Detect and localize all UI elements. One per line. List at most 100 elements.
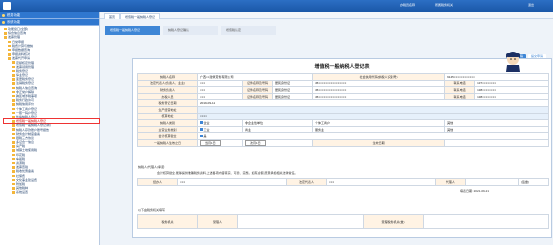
folder-icon xyxy=(12,124,15,127)
step-2: 纳税人登记确认 xyxy=(163,26,218,35)
tab-vat-registration[interactable]: 增值税一般纳税人登记 xyxy=(120,13,161,19)
field-phone[interactable]: 138×××××××× xyxy=(474,92,549,101)
radio-enterprise[interactable]: 企业 xyxy=(197,119,243,127)
main-area: 首页 增值税一般纳税人登记 增值税一般纳税人登记 纳税人登记确认 增值税认定 保… xyxy=(100,12,553,245)
label-accounting-sound: 会计核算健全 xyxy=(137,132,198,140)
folder-icon xyxy=(12,74,15,77)
folder-icon xyxy=(12,178,15,182)
field-id-number[interactable]: 45×××××××××××××××× xyxy=(311,92,446,101)
field-finance-head[interactable]: ××× xyxy=(197,86,243,94)
field-legal[interactable]: ××× xyxy=(325,178,436,186)
folder-icon xyxy=(12,149,15,152)
radio-service[interactable]: 服务业 xyxy=(311,125,446,134)
radio-commerce[interactable]: 商业 xyxy=(242,125,313,134)
folder-icon xyxy=(4,36,7,39)
label-accounting-address: 核算地址 xyxy=(137,112,198,121)
field-fill-date[interactable]: 2021-09-21 xyxy=(474,189,489,193)
label-phone: 联系电话 xyxy=(444,79,476,88)
field-id-type[interactable]: 居民身份证 xyxy=(272,92,313,101)
field-phone[interactable]: 137×××××××× xyxy=(474,79,549,88)
label-credit-code: 社会信用代码(纳税人识别号) xyxy=(311,73,446,81)
top-bar: 办税员名称 所属税务机关 退出 xyxy=(0,0,553,12)
field-handler[interactable]: ××× xyxy=(177,178,287,186)
label-handler: 经办人 xyxy=(137,178,178,186)
label-tax-agent: 办税人员 xyxy=(137,92,198,101)
field-agent[interactable] xyxy=(464,178,520,186)
folder-icon xyxy=(12,141,15,144)
field-credit-code[interactable]: 9145×××××××××××× xyxy=(444,73,549,81)
form-table: 纳税人名称 广西××建筑劳务有限公司 社会信用代码(纳税人识别号) 9145××… xyxy=(137,73,549,147)
folder-icon xyxy=(12,166,15,169)
radio-non-enterprise[interactable]: 非企业性单位 xyxy=(242,119,313,127)
checked-box-icon xyxy=(200,121,203,124)
tax-office-section: 以下由税务机关填写 税务机关 受理人 受理税务机关(章) xyxy=(137,208,549,229)
folder-icon xyxy=(12,145,15,148)
check-accounting-sound[interactable]: 是 xyxy=(197,132,549,140)
radio-other-business[interactable]: 其他 xyxy=(444,125,549,134)
field-business-address[interactable] xyxy=(197,105,549,114)
field-id-number[interactable]: 45×××××××××××××××× xyxy=(311,79,446,88)
radio-industry[interactable]: 工业 xyxy=(197,125,243,134)
label-receiver: 受理人 xyxy=(197,214,238,229)
folder-icon xyxy=(8,44,11,48)
step-1: 增值税一般纳税人登记 xyxy=(105,26,160,35)
folder-icon xyxy=(12,128,15,131)
sidebar-head-tax[interactable]: 税务功能 xyxy=(0,12,99,19)
label-seal: (签章) xyxy=(518,178,549,186)
logo-icon xyxy=(3,2,11,10)
folder-icon xyxy=(12,191,15,194)
field-tax-office-seal[interactable] xyxy=(422,214,549,229)
folder-icon xyxy=(12,90,15,94)
folder-icon xyxy=(12,107,15,111)
radio-other[interactable]: 其他 xyxy=(444,119,549,127)
field-effect-date[interactable] xyxy=(444,138,549,147)
folder-icon xyxy=(12,103,15,106)
field-id-number[interactable]: 45×××××××××××××××× xyxy=(311,86,446,94)
field-receiver[interactable] xyxy=(237,214,364,229)
field-tax-agent[interactable]: ××× xyxy=(197,92,243,101)
folder-icon xyxy=(4,27,7,31)
radio-next-month[interactable]: 次月1日 xyxy=(242,138,313,147)
field-id-type[interactable]: 居民身份证 xyxy=(272,79,313,88)
field-legal-rep[interactable]: ××× xyxy=(197,79,243,88)
folder-icon xyxy=(8,53,11,56)
folder-icon xyxy=(8,40,11,44)
folder-icon xyxy=(12,111,15,115)
label-main-business: 主营业务类别 xyxy=(137,125,198,134)
sidebar-head-system[interactable]: 系统功能 xyxy=(0,19,99,26)
promise-section: 纳税人(代理人)承诺: 会计核算健全,能够提供准确税务资料,上述各项内容真实、可… xyxy=(137,165,549,193)
label-taxpayer-name: 纳税人名称 xyxy=(137,73,198,81)
field-taxpayer-name[interactable]: 广西××建筑劳务有限公司 xyxy=(197,73,313,81)
sidebar: 税务功能 系统功能 功能窗口(全部) 综合信息查询 发票管理 日常申报 税费计算与缴纳申… xyxy=(0,12,100,245)
sidebar-tree: 功能窗口(全部) 综合信息查询 发票管理 日常申报 税费计算与缴纳 申报数据查询 申报资料核… xyxy=(0,26,100,195)
label-effective-date: 一般纳税人生效之日 xyxy=(137,138,198,147)
folder-icon xyxy=(12,182,15,186)
label-effect-date: 生效日期 xyxy=(311,138,446,147)
folder-icon xyxy=(12,132,15,136)
label-id-type: 证件名称及号码 xyxy=(242,79,273,88)
field-reg-date[interactable]: 2019-09-11 xyxy=(197,99,549,107)
folder-icon xyxy=(12,65,15,69)
assistant-avatar-icon[interactable] xyxy=(503,50,523,72)
form-title: 增值税一般纳税人登记表 xyxy=(314,64,370,70)
sidebar-item[interactable]: 系统设置 xyxy=(4,190,99,194)
field-id-type[interactable]: 居民身份证 xyxy=(272,86,313,94)
tab-home[interactable]: 首页 xyxy=(104,13,121,19)
label-agent: 代理人 xyxy=(434,178,466,186)
sidebar-item-label: 系统设置 xyxy=(16,190,29,195)
radio-current-month[interactable]: 当月1日 xyxy=(197,138,243,147)
checked-box-icon xyxy=(200,128,203,131)
field-accounting-address[interactable]: ×××× xyxy=(197,112,549,121)
folder-icon xyxy=(12,115,15,119)
folder-icon xyxy=(12,161,15,165)
logout-link[interactable]: 退出 xyxy=(528,3,534,7)
folder-icon xyxy=(12,82,15,85)
radio-individual[interactable]: 个体工商户 xyxy=(311,119,446,127)
label-id-type: 证件名称及号码 xyxy=(242,86,273,94)
folder-icon xyxy=(12,94,15,98)
label-business-address: 生产经营地址 xyxy=(137,105,198,114)
field-phone[interactable]: 138×××××××× xyxy=(474,86,549,94)
org-name: 所属税务机关 xyxy=(435,3,454,7)
folder-icon xyxy=(12,69,15,73)
tax-office-table: 税务机关 受理人 受理税务机关(章) xyxy=(137,214,549,229)
